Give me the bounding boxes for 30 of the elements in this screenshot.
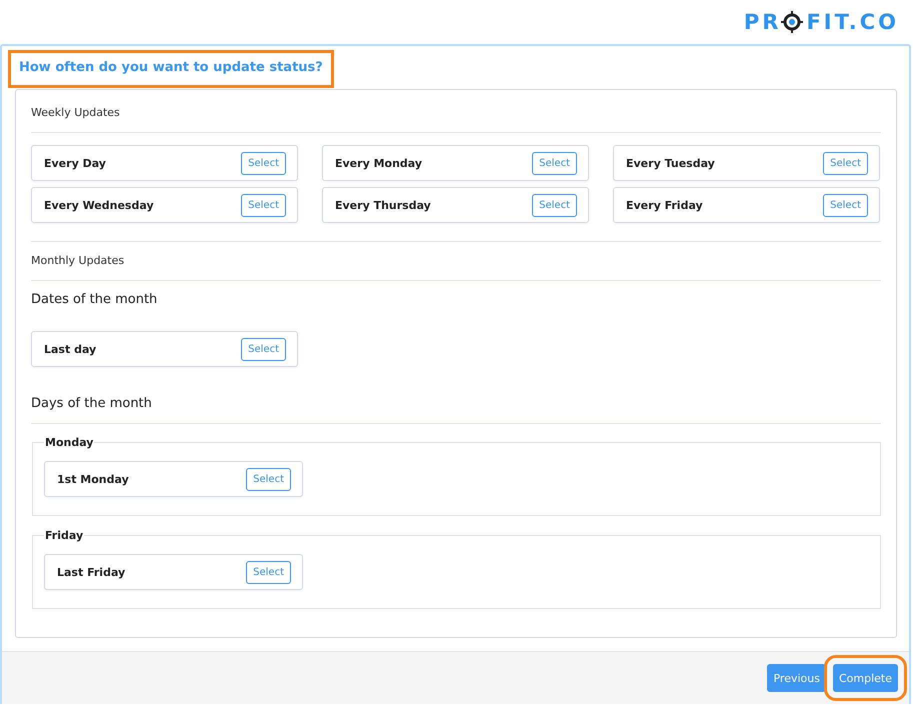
select-button[interactable]: Select xyxy=(823,194,868,216)
select-button[interactable]: Select xyxy=(532,194,577,216)
section-heading: Monthly Updates xyxy=(31,254,126,268)
select-button[interactable]: Select xyxy=(246,468,291,490)
group-legend: Monday xyxy=(44,436,94,449)
section-heading: Weekly Updates xyxy=(31,106,121,120)
option-label: Every Friday xyxy=(626,198,703,212)
wizard-button[interactable]: Complete xyxy=(832,664,898,692)
select-button[interactable]: Select xyxy=(241,194,286,216)
select-button[interactable]: Select xyxy=(241,338,286,360)
select-button[interactable]: Select xyxy=(532,152,577,174)
logo-text: PR xyxy=(744,10,782,34)
logo-text: FIT.CO xyxy=(806,10,899,34)
select-button[interactable]: Select xyxy=(241,152,286,174)
subsection-heading: Dates of the month xyxy=(31,292,158,308)
select-button[interactable]: Select xyxy=(823,152,868,174)
select-button[interactable]: Select xyxy=(246,560,291,584)
option-label: Every Monday xyxy=(335,156,422,170)
page-title: How often do you want to update status? xyxy=(8,50,334,88)
option-label: Every Tuesday xyxy=(626,156,715,170)
option-label: Last Friday xyxy=(57,566,126,578)
subsection-heading: Days of the month xyxy=(31,396,153,412)
option-label: Every Day xyxy=(44,156,106,170)
option-label: Every Thursday xyxy=(335,198,431,212)
option-label: Last day xyxy=(44,342,96,356)
option-label: 1st Monday xyxy=(57,472,129,486)
wizard-button[interactable]: Previous xyxy=(767,664,826,692)
group-legend: Friday xyxy=(44,529,84,542)
option-label: Every Wednesday xyxy=(44,198,154,212)
target-icon xyxy=(781,10,804,32)
